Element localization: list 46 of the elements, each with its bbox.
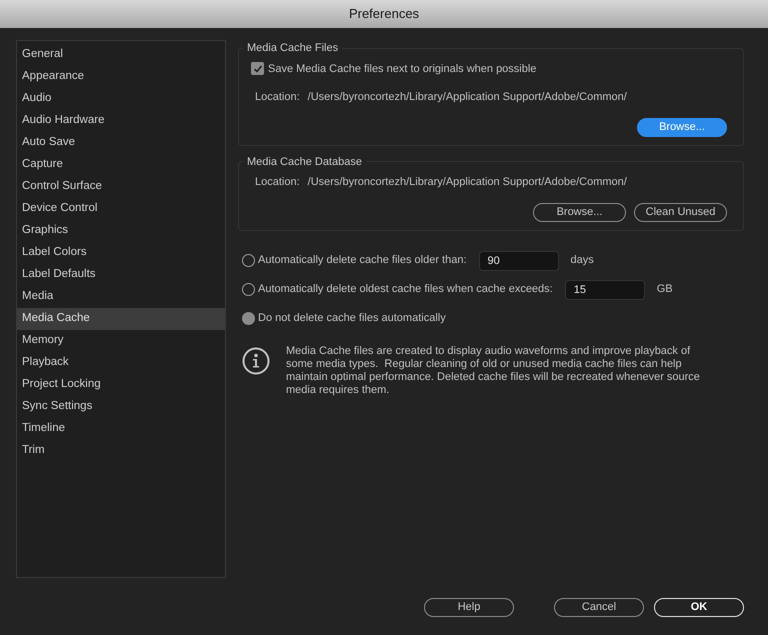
sidebar-item[interactable]: Control Surface xyxy=(17,176,225,198)
button[interactable]: Help xyxy=(424,598,514,617)
button[interactable]: Clean Unused xyxy=(634,202,727,222)
unit-label: days xyxy=(570,253,594,268)
info-text: Media Cache files are created to display audio waveforms and improve playback of some media types. Regular cleaning of old or unused media cache files can help maintain optimal performance. Deleted cache files will be recreated whenever source media requires them. xyxy=(286,344,701,396)
unit-label: GB xyxy=(656,282,673,298)
sidebar-item[interactable]: Label Colors xyxy=(17,242,225,264)
group-title: Media Cache Database xyxy=(246,154,363,170)
sidebar-item[interactable]: Capture xyxy=(17,154,225,176)
radio-label: Automatically delete oldest cache files when cache exceeds: xyxy=(258,282,553,298)
location-path: /Users/byroncortezh/Library/Application Support/Adobe/Common/ xyxy=(308,90,627,105)
location-label: Location: xyxy=(255,90,300,105)
input-field[interactable]: 90 xyxy=(478,250,559,270)
sidebar-item[interactable]: Memory xyxy=(17,330,225,352)
sidebar-item[interactable]: Label Defaults xyxy=(17,264,225,286)
sidebar-item[interactable]: Media Cache xyxy=(17,308,225,330)
sidebar-item[interactable]: Graphics xyxy=(17,220,225,242)
location-path: /Users/byroncortezh/Library/Application Support/Adobe/Common/ xyxy=(308,175,627,190)
checkbox[interactable] xyxy=(251,62,264,76)
checkbox-label: Save Media Cache files next to originals when possible xyxy=(268,62,536,76)
button[interactable]: OK xyxy=(654,598,744,617)
window-title: Preferences xyxy=(348,5,420,24)
location-label: Location: xyxy=(255,175,300,190)
group-title: Media Cache Files xyxy=(246,41,340,56)
sidebar-item[interactable]: Sync Settings xyxy=(17,396,225,418)
button[interactable]: Browse... xyxy=(533,202,626,222)
sidebar-item[interactable]: General xyxy=(17,44,225,66)
sidebar-item[interactable]: Device Control xyxy=(17,198,225,220)
check-icon xyxy=(252,64,262,74)
radio-label: Automatically delete cache files older than: xyxy=(258,253,467,268)
info-icon xyxy=(242,346,270,374)
sidebar-item[interactable]: Project Locking xyxy=(17,374,225,396)
sidebar-item[interactable]: Media xyxy=(17,286,225,308)
sidebar-item[interactable]: Trim xyxy=(17,440,225,462)
sidebar-item[interactable]: Audio xyxy=(17,88,225,110)
sidebar-item[interactable]: Timeline xyxy=(17,418,225,440)
sidebar-item[interactable]: Playback xyxy=(17,352,225,374)
radio-button[interactable] xyxy=(242,312,255,325)
sidebar-item[interactable]: Audio Hardware xyxy=(17,110,225,132)
radio-button[interactable] xyxy=(242,254,255,267)
button[interactable]: Cancel xyxy=(554,598,644,617)
sidebar-item[interactable]: Appearance xyxy=(17,66,225,88)
input-field[interactable]: 15 xyxy=(564,280,645,300)
radio-button[interactable] xyxy=(242,283,255,296)
sidebar-item[interactable]: Auto Save xyxy=(17,132,225,154)
radio-label: Do not delete cache files automatically xyxy=(258,311,446,326)
